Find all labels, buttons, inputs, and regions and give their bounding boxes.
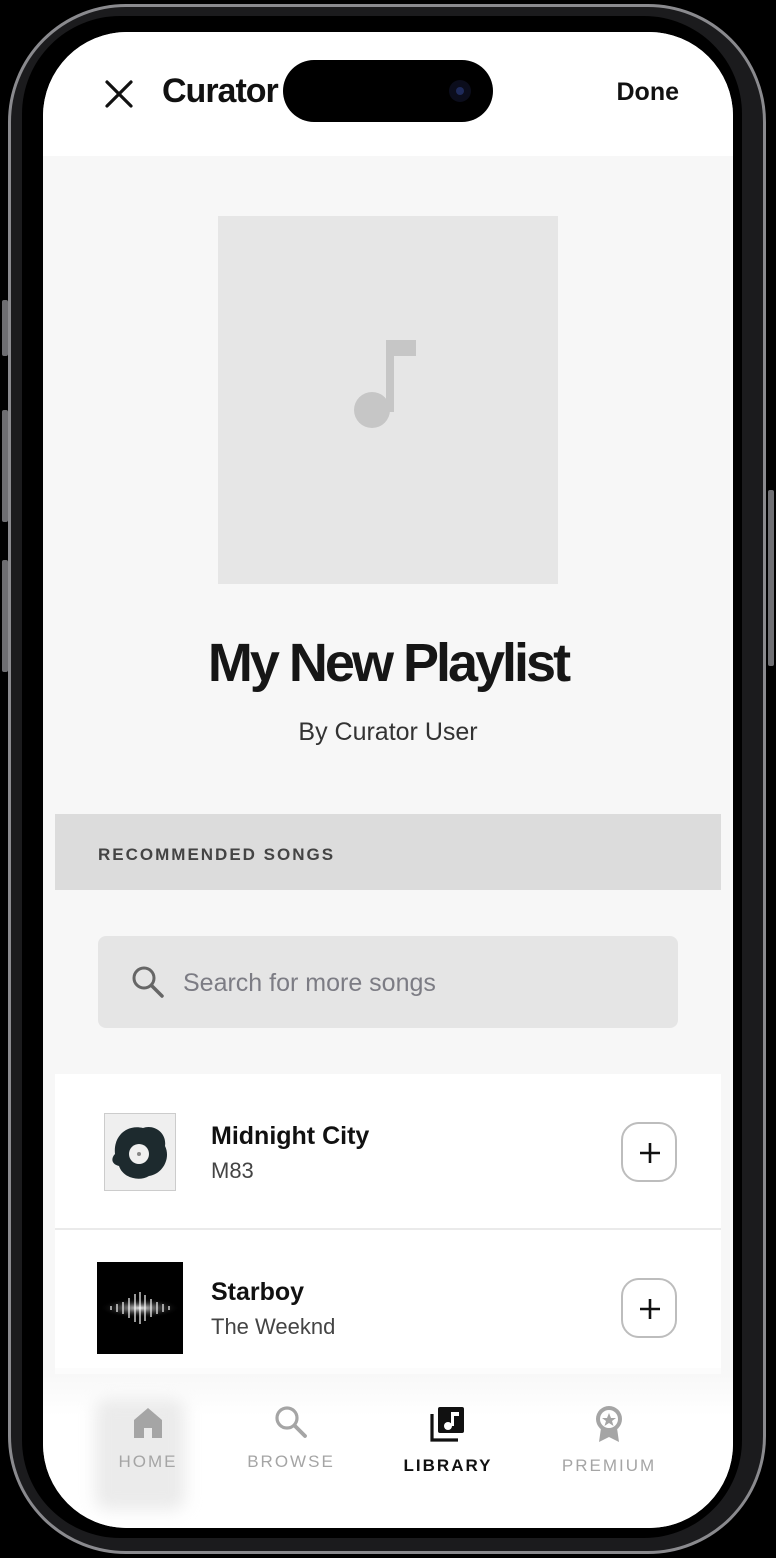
tab-library[interactable]: LIBRARY bbox=[373, 1404, 523, 1476]
tab-label: BROWSE bbox=[247, 1452, 335, 1471]
add-song-button[interactable] bbox=[621, 1278, 677, 1338]
library-icon bbox=[430, 1407, 464, 1442]
close-icon bbox=[105, 80, 133, 108]
plus-icon bbox=[640, 1299, 660, 1319]
playlist-title[interactable]: My New Playlist bbox=[43, 632, 733, 694]
phone-side-button bbox=[768, 490, 774, 666]
app-title: Curator bbox=[162, 72, 279, 110]
plus-icon bbox=[640, 1143, 660, 1163]
tab-label: PREMIUM bbox=[561, 1456, 657, 1475]
section-header-recommended: RECOMMENDED SONGS bbox=[55, 814, 721, 890]
tab-label: LIBRARY bbox=[403, 1456, 493, 1475]
tab-premium[interactable]: PREMIUM bbox=[534, 1404, 684, 1476]
album-art bbox=[105, 1114, 175, 1190]
home-icon bbox=[134, 1408, 162, 1438]
song-title: Starboy bbox=[211, 1278, 305, 1306]
section-header-label: RECOMMENDED SONGS bbox=[98, 845, 336, 864]
vinyl-record-icon bbox=[112, 1126, 168, 1179]
close-button[interactable] bbox=[101, 76, 137, 112]
tab-label: HOME bbox=[118, 1452, 178, 1471]
camera-icon bbox=[449, 80, 471, 102]
tab-browse[interactable]: BROWSE bbox=[216, 1404, 366, 1472]
search-icon bbox=[132, 966, 164, 998]
phone-side-button bbox=[2, 410, 8, 522]
premium-badge-icon bbox=[596, 1406, 622, 1442]
tab-bar: HOME BROWSE LIBRARY PREMIUM bbox=[43, 1368, 733, 1528]
song-title: Midnight City bbox=[211, 1122, 370, 1150]
search-input[interactable]: Search for more songs bbox=[98, 936, 678, 1028]
album-art bbox=[97, 1262, 183, 1354]
waveform-icon bbox=[97, 1262, 183, 1354]
add-song-button[interactable] bbox=[621, 1122, 677, 1182]
playlist-owner: By Curator User bbox=[298, 718, 478, 746]
song-artist: The Weeknd bbox=[211, 1314, 336, 1339]
music-note-icon bbox=[354, 340, 416, 428]
done-button[interactable]: Done bbox=[617, 78, 680, 107]
search-icon bbox=[275, 1406, 307, 1438]
playlist-cover[interactable] bbox=[218, 216, 558, 584]
tab-home[interactable]: HOME bbox=[73, 1404, 223, 1472]
song-artist: M83 bbox=[211, 1158, 254, 1183]
app-screen: Curator Done My New Playlist By Curator … bbox=[43, 32, 733, 1528]
phone-side-button bbox=[2, 300, 8, 356]
list-item[interactable]: Midnight City M83 bbox=[55, 1074, 721, 1228]
search-placeholder: Search for more songs bbox=[183, 969, 436, 997]
song-list: Midnight City M83 Starboy The Weeknd bbox=[55, 1074, 721, 1374]
phone-side-button bbox=[2, 560, 8, 672]
list-item[interactable]: Starboy The Weeknd bbox=[55, 1228, 721, 1382]
dynamic-island bbox=[283, 60, 493, 122]
